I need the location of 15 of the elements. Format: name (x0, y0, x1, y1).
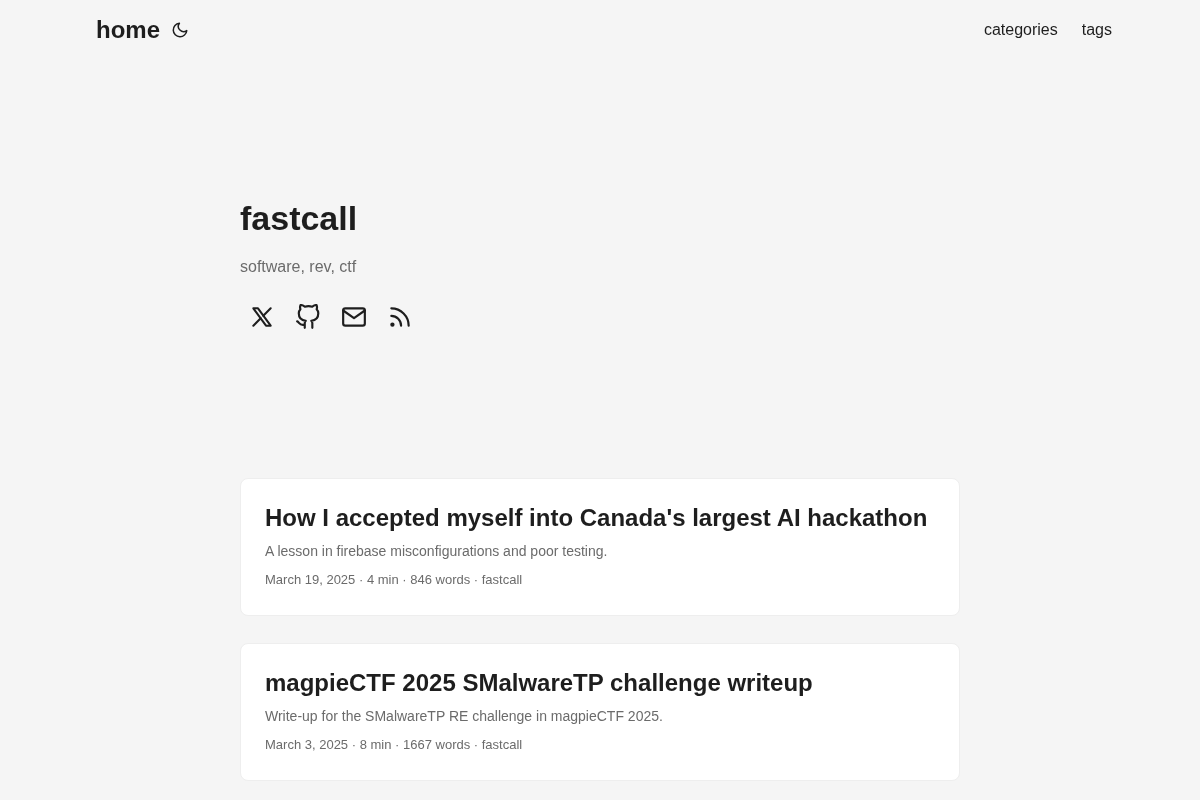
post-description: Write-up for the SMalwareTP RE challenge in magpieCTF 2025. (265, 707, 664, 726)
nav-link[interactable]: tags (1081, 20, 1112, 40)
nav-link[interactable]: categories (983, 20, 1058, 40)
post-title: magpieCTF 2025 SMalwareTP challenge writeup (265, 668, 814, 698)
post-meta: March 3, 2025 · 8 min · 1667 words · fastcall (265, 736, 524, 754)
post-meta: March 19, 2025 · 4 min · 846 words · fastcall (265, 571, 524, 589)
moon-icon[interactable] (170, 20, 190, 40)
profile-subtitle: software, rev, ctf (240, 257, 357, 277)
home-link[interactable]: home (96, 16, 160, 44)
post-card[interactable]: magpieCTF 2025 SMalwareTP challenge writeup Write-up for the SMalwareTP RE challenge in magpieCTF 2025. March 3, 2025 · 8 min · 1667 words · fastcall (240, 643, 960, 781)
post-description: A lesson in firebase misconfigurations and poor testing. (265, 542, 609, 561)
profile-title: fastcall (240, 198, 358, 239)
post-card[interactable]: How I accepted myself into Canada's largest AI hackathon A lesson in firebase misconfigurations and poor testing. March 19, 2025 · 4 min · 846 words · fastcall (240, 478, 960, 616)
github-icon[interactable] (294, 303, 322, 331)
post-title: How I accepted myself into Canada's largest AI hackathon (265, 503, 929, 533)
